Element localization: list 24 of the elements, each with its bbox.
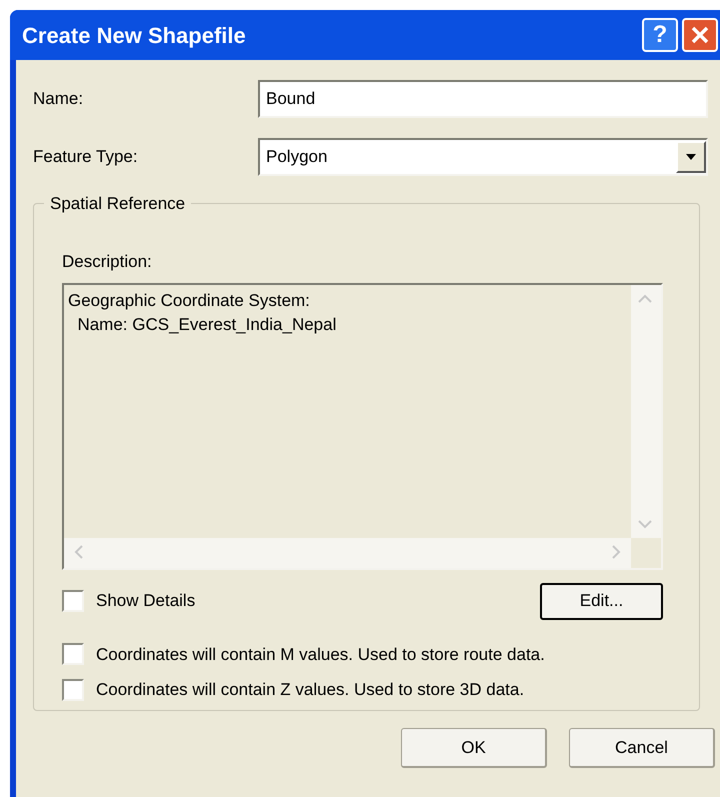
vertical-scrollbar[interactable] xyxy=(631,284,661,538)
description-label: Description: xyxy=(62,251,152,273)
name-field[interactable]: Bound xyxy=(258,80,708,118)
horizontal-scrollbar[interactable] xyxy=(64,538,631,568)
edit-button[interactable]: Edit... xyxy=(540,582,663,620)
checkbox-label: Coordinates will contain Z values. Used to store 3D data. xyxy=(96,679,524,701)
description-line: Geographic Coordinate System: xyxy=(68,290,310,312)
checkbox-label: Show Details xyxy=(96,590,196,612)
name-label: Name: xyxy=(33,88,84,110)
checkbox[interactable] xyxy=(62,590,84,612)
close-icon xyxy=(690,25,710,45)
window-title: Create New Shapefile xyxy=(22,22,247,50)
description-line: Name: GCS_Everest_India_Nepal xyxy=(76,314,336,336)
dialog-button[interactable]: Cancel xyxy=(569,728,715,768)
feature-type-label: Feature Type: xyxy=(33,146,139,168)
dialog-button[interactable]: OK xyxy=(401,728,547,768)
checkbox[interactable] xyxy=(62,643,84,666)
dropdown-button[interactable] xyxy=(676,141,706,173)
close-button[interactable] xyxy=(682,18,718,52)
help-button[interactable]: ? xyxy=(642,18,678,52)
checkbox-label: Coordinates will contain M values. Used to store route data. xyxy=(96,644,545,666)
caret-icon xyxy=(686,154,696,160)
checkbox[interactable] xyxy=(62,678,84,701)
feature-type-dropdown[interactable]: Polygon xyxy=(258,138,708,176)
